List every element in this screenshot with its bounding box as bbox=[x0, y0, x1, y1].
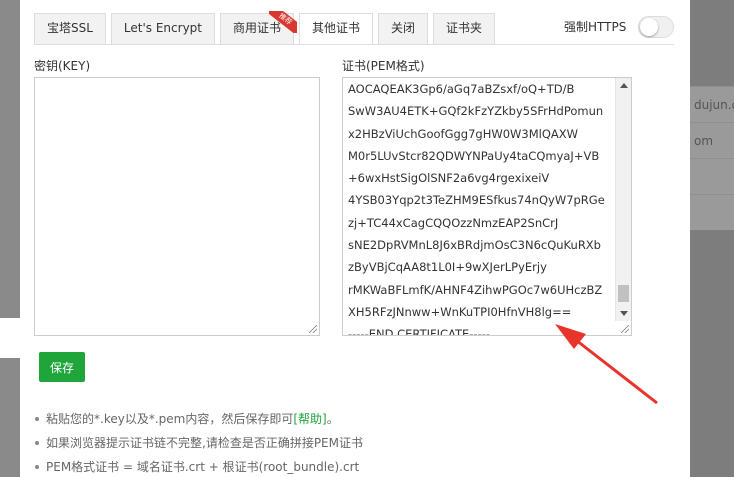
tab-cert-folder[interactable]: 证书夹 bbox=[433, 13, 496, 44]
recommend-ribbon: 推荐 bbox=[269, 11, 298, 33]
tip-item: 粘贴您的*.key以及*.pem内容，然后保存即可[帮助]。 bbox=[34, 410, 363, 434]
tabs-divider bbox=[34, 44, 674, 45]
tip-text: 。 bbox=[326, 412, 339, 426]
background-left bbox=[0, 0, 20, 477]
background-row-4 bbox=[690, 194, 734, 230]
key-label: 密钥(KEY) bbox=[34, 59, 91, 73]
cert-line: M0r5LUvStcr82QDWYNPaUy4taCQmyaJ+VB bbox=[348, 148, 600, 163]
key-textarea[interactable] bbox=[34, 77, 320, 336]
background-right: dujun.c om bbox=[690, 0, 734, 477]
tab-other-cert[interactable]: 其他证书 bbox=[299, 13, 374, 45]
cert-content: AOCAQEAK3Gp6/aGq7aBZsxf/oQ+TD/B SwW3AU4E… bbox=[348, 78, 616, 336]
recommend-badge: 推荐 bbox=[269, 11, 298, 33]
background-row-1: dujun.c bbox=[690, 86, 734, 122]
cert-line: -----END CERTIFICATE----- bbox=[348, 327, 491, 336]
cert-line: sNE2DpRVMnL8J6xBRdjmOsC3N6cQuKuRXb bbox=[348, 238, 601, 253]
cert-line: zj+TC44xCagCQQOzzNmzEAP2SnCrJ bbox=[348, 215, 559, 230]
tip-item: PEM格式证书 = 域名证书.crt + 根证书(root_bundle).cr… bbox=[34, 458, 363, 477]
tab-close[interactable]: 关闭 bbox=[378, 13, 429, 44]
scroll-up-icon[interactable] bbox=[620, 83, 628, 88]
cert-line: x2HBzViUchGoofGgg7gHW0W3MlQAXW bbox=[348, 126, 578, 141]
cert-line: AOCAQEAK3Gp6/aGq7aBZsxf/oQ+TD/B bbox=[348, 82, 575, 96]
background-left-panel bbox=[0, 318, 20, 358]
cert-line: rMKWaBFLmfK/AHNF4ZihwPGOc7w6UHczBZ bbox=[348, 282, 603, 297]
tab-baota-ssl[interactable]: 宝塔SSL bbox=[34, 13, 106, 44]
tab-label: Let's Encrypt bbox=[123, 21, 202, 35]
cert-textarea[interactable]: AOCAQEAK3Gp6/aGq7aBZsxf/oQ+TD/B SwW3AU4E… bbox=[342, 77, 632, 336]
tips-list: 粘贴您的*.key以及*.pem内容，然后保存即可[帮助]。 如果浏览器提示证书… bbox=[34, 410, 363, 477]
tip-text: 粘贴您的*.key以及*.pem内容，然后保存即可 bbox=[46, 412, 294, 426]
tab-label: 关闭 bbox=[391, 21, 416, 35]
save-button[interactable]: 保存 bbox=[39, 352, 85, 382]
resize-handle-icon[interactable] bbox=[621, 325, 629, 333]
force-https: 强制HTTPS bbox=[564, 16, 675, 38]
cert-scrollbar[interactable] bbox=[615, 78, 631, 321]
cert-line: XH5RFzJNnww+WnKuTPI0HfnVH8lg== bbox=[348, 304, 572, 319]
tip-item: 如果浏览器提示证书链不完整,请检查是否正确拼接PEM证书 bbox=[34, 434, 363, 458]
scroll-down-icon[interactable] bbox=[620, 311, 628, 316]
resize-handle-icon[interactable] bbox=[309, 325, 317, 333]
cert-label: 证书(PEM格式) bbox=[342, 59, 425, 73]
tab-label: 宝塔SSL bbox=[47, 21, 93, 35]
force-https-toggle[interactable] bbox=[638, 16, 675, 38]
ssl-dialog: 宝塔SSL Let's Encrypt 商用证书 推荐 其他证书 关闭 证书夹 … bbox=[20, 0, 690, 477]
cert-line: zByVBjCqAA8t1L0I+9wXJerLPyErjy bbox=[348, 260, 547, 275]
help-link[interactable]: [帮助] bbox=[293, 412, 326, 426]
force-https-label: 强制HTTPS bbox=[564, 20, 627, 34]
background-row-3 bbox=[690, 158, 734, 194]
tab-label: 其他证书 bbox=[312, 21, 361, 35]
ssl-tabs: 宝塔SSL Let's Encrypt 商用证书 推荐 其他证书 关闭 证书夹 bbox=[34, 11, 500, 45]
tab-commercial-cert[interactable]: 商用证书 推荐 bbox=[220, 11, 298, 44]
cert-line: SwW3AU4ETK+GQf2kFzYZkby5SFrHdPomun bbox=[348, 104, 604, 119]
background-row-2: om bbox=[690, 122, 734, 158]
scroll-thumb[interactable] bbox=[618, 285, 629, 302]
cert-line: +6wxHstSigOlSNF2a6vg4rgexixeiV bbox=[348, 171, 550, 186]
tab-label: 证书夹 bbox=[446, 21, 483, 35]
tab-lets-encrypt[interactable]: Let's Encrypt bbox=[110, 13, 215, 44]
cert-line: 4YSB03Yqp2t3TeZHM9ESfkus74nQyW7pRGe bbox=[348, 193, 605, 208]
